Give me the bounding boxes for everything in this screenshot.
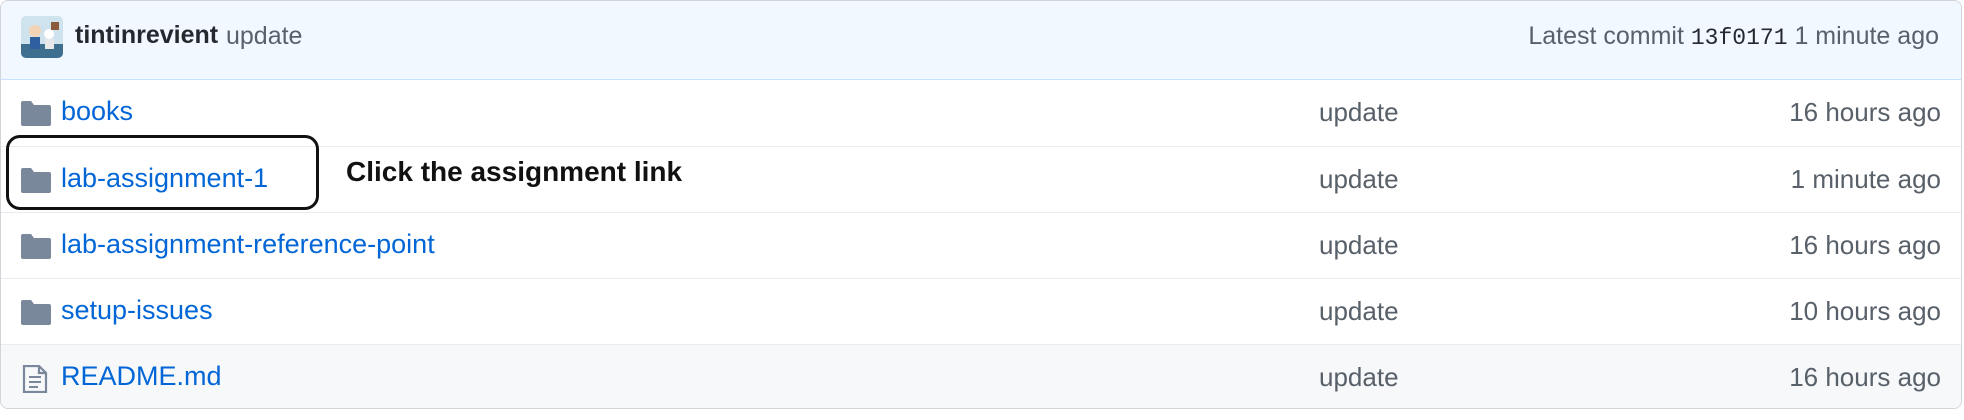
file-link-lab-assignment-reference-point[interactable]: lab-assignment-reference-point bbox=[61, 229, 435, 260]
commit-sha[interactable]: 13f0171 bbox=[1691, 25, 1788, 51]
row-commit-message[interactable]: update bbox=[1319, 230, 1399, 261]
latest-commit-label: Latest commit bbox=[1528, 22, 1684, 50]
file-row-lab-assignment-reference-point[interactable]: lab-assignment-reference-point update 16… bbox=[1, 212, 1961, 278]
row-commit-message[interactable]: update bbox=[1319, 296, 1399, 327]
row-commit-age: 1 minute ago bbox=[1790, 164, 1941, 194]
commit-message[interactable]: update bbox=[226, 22, 302, 51]
row-commit-message[interactable]: update bbox=[1319, 97, 1399, 128]
row-commit-message[interactable]: update bbox=[1319, 164, 1399, 195]
row-commit-message[interactable]: update bbox=[1319, 362, 1399, 393]
file-text-icon bbox=[21, 364, 51, 394]
annotation-callout-text: Click the assignment link bbox=[346, 156, 683, 187]
folder-icon bbox=[21, 299, 51, 325]
commit-age[interactable]: 1 minute ago bbox=[1794, 22, 1939, 50]
avatar[interactable] bbox=[21, 16, 63, 58]
annotation-highlight-box bbox=[6, 135, 319, 210]
file-row-setup-issues[interactable]: setup-issues update 10 hours ago bbox=[1, 278, 1961, 344]
folder-icon bbox=[21, 233, 51, 259]
commit-meta: Latest commit 13f0171 1 minute ago bbox=[1528, 22, 1939, 51]
file-link-setup-issues[interactable]: setup-issues bbox=[61, 295, 213, 326]
file-link-books[interactable]: books bbox=[61, 96, 133, 127]
row-commit-age: 16 hours ago bbox=[1789, 230, 1941, 260]
file-row-readme[interactable]: README.md update 16 hours ago bbox=[1, 344, 1961, 408]
commit-author[interactable]: tintinrevient bbox=[75, 21, 218, 50]
folder-icon bbox=[21, 100, 51, 126]
file-link-readme[interactable]: README.md bbox=[61, 361, 222, 392]
row-commit-age: 16 hours ago bbox=[1789, 362, 1941, 392]
latest-commit-bar: tintinrevient update Latest commit 13f01… bbox=[1, 1, 1961, 80]
row-commit-age: 10 hours ago bbox=[1789, 296, 1941, 326]
row-commit-age: 16 hours ago bbox=[1789, 97, 1941, 127]
